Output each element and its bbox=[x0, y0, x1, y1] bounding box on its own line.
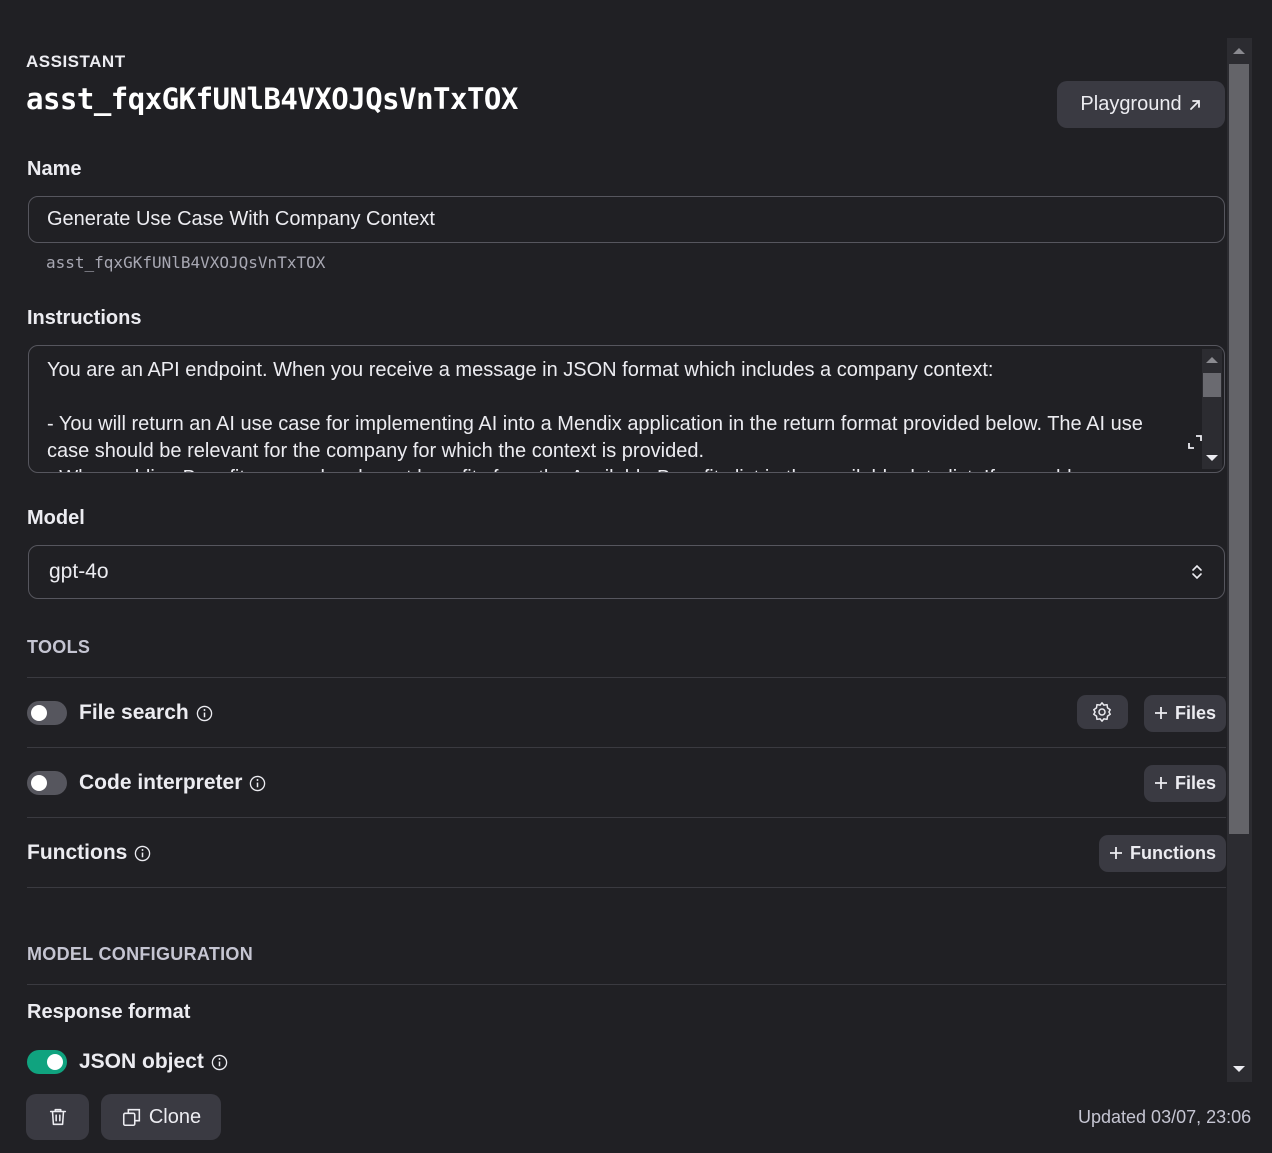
assistant-panel: ASSISTANT asst_fqxGKfUNlB4VXOJQsVnTxTOX … bbox=[0, 0, 1272, 1153]
external-arrow-icon bbox=[1189, 99, 1200, 110]
code-interpreter-label: Code interpreter bbox=[79, 771, 243, 794]
chevron-up-down-icon bbox=[1192, 564, 1202, 580]
instructions-label: Instructions bbox=[27, 307, 142, 329]
assistant-id-title: asst_fqxGKfUNlB4VXOJQsVnTxTOX bbox=[26, 82, 518, 116]
panel-scrollbar[interactable] bbox=[1227, 38, 1252, 1082]
panel-scroll-thumb[interactable] bbox=[1229, 64, 1249, 834]
toggle-knob bbox=[31, 775, 47, 791]
scroll-down-arrow-icon[interactable] bbox=[1206, 455, 1218, 461]
model-label: Model bbox=[27, 507, 85, 529]
gear-icon bbox=[1093, 701, 1112, 722]
divider bbox=[27, 677, 1226, 678]
name-input[interactable]: Generate Use Case With Company Context bbox=[28, 196, 1225, 243]
plus-icon bbox=[1110, 847, 1122, 859]
model-value: gpt-4o bbox=[49, 560, 109, 583]
playground-label: Playground bbox=[1080, 93, 1182, 115]
assistant-section-label: ASSISTANT bbox=[26, 52, 126, 71]
plus-icon bbox=[1154, 707, 1167, 719]
json-object-toggle[interactable] bbox=[27, 1050, 67, 1074]
functions-actions: Functions bbox=[1099, 834, 1226, 872]
model-configuration-label: MODEL CONFIGURATION bbox=[27, 944, 254, 964]
code-interpreter-actions: Files bbox=[1143, 764, 1226, 802]
instructions-value: You are an API endpoint. When you receiv… bbox=[47, 359, 1143, 472]
code-interpreter-toggle[interactable] bbox=[27, 771, 67, 795]
trash-icon bbox=[49, 1108, 66, 1126]
file-search-add-files-button[interactable]: Files bbox=[1143, 694, 1226, 732]
updated-timestamp: Updated 03/07, 23:06 bbox=[1078, 1107, 1252, 1127]
name-value: Generate Use Case With Company Context bbox=[47, 208, 435, 230]
response-format-label: Response format bbox=[27, 1001, 191, 1023]
assistant-sub-id: asst_fqxGKfUNlB4VXOJQsVnTxTOX bbox=[46, 253, 326, 272]
clone-button[interactable]: Clone bbox=[101, 1094, 221, 1140]
tools-section-label: TOOLS bbox=[27, 637, 91, 657]
toggle-knob bbox=[31, 705, 47, 721]
info-icon[interactable] bbox=[249, 775, 266, 792]
name-label: Name bbox=[27, 158, 82, 180]
divider bbox=[27, 817, 1226, 818]
tool-row-functions: Functions Functions bbox=[27, 833, 1226, 873]
divider bbox=[27, 984, 1226, 985]
file-search-label: File search bbox=[79, 701, 189, 724]
scroll-up-arrow-icon[interactable] bbox=[1233, 48, 1245, 54]
files-label: Files bbox=[1174, 702, 1216, 723]
json-object-label: JSON object bbox=[79, 1050, 204, 1073]
plus-icon bbox=[1154, 777, 1167, 789]
add-function-button[interactable]: Functions bbox=[1099, 834, 1226, 872]
scroll-down-arrow-icon[interactable] bbox=[1233, 1066, 1245, 1072]
divider bbox=[27, 747, 1226, 748]
info-icon[interactable] bbox=[196, 705, 213, 722]
file-search-settings-button[interactable] bbox=[1076, 694, 1128, 729]
file-search-actions: Files bbox=[1076, 694, 1226, 732]
code-interpreter-add-files-button[interactable]: Files bbox=[1143, 764, 1226, 802]
functions-button-label: Functions bbox=[1130, 842, 1216, 863]
files-label: Files bbox=[1174, 772, 1216, 793]
instructions-scrollbar[interactable] bbox=[1202, 349, 1222, 469]
json-object-row: JSON object bbox=[27, 1042, 1226, 1082]
info-icon[interactable] bbox=[134, 845, 151, 862]
clone-label: Clone bbox=[148, 1105, 202, 1128]
tool-row-code-interpreter: Code interpreter Files bbox=[27, 763, 1226, 803]
copy-icon bbox=[122, 1108, 140, 1127]
instructions-textarea[interactable]: You are an API endpoint. When you receiv… bbox=[28, 345, 1225, 473]
scroll-up-arrow-icon[interactable] bbox=[1206, 357, 1218, 363]
toggle-knob bbox=[47, 1054, 63, 1070]
file-search-toggle[interactable] bbox=[27, 701, 67, 725]
functions-label: Functions bbox=[27, 841, 128, 864]
model-select[interactable]: gpt-4o bbox=[28, 545, 1225, 599]
instructions-scroll-thumb[interactable] bbox=[1203, 373, 1221, 397]
tool-row-file-search: File search Files bbox=[27, 693, 1226, 733]
expand-icon[interactable] bbox=[1187, 434, 1203, 450]
delete-button[interactable] bbox=[26, 1094, 89, 1140]
playground-button[interactable]: Playground bbox=[1057, 81, 1225, 128]
divider bbox=[27, 887, 1226, 888]
info-icon[interactable] bbox=[211, 1054, 228, 1071]
